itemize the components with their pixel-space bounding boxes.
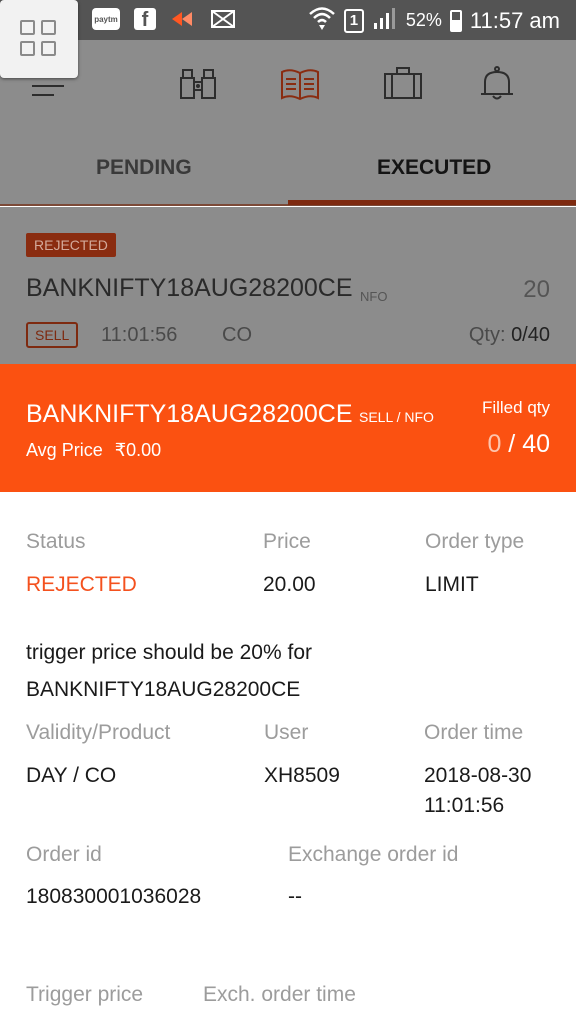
exchange-order-id-value: -- bbox=[288, 885, 302, 908]
status-bar: paytm f 1 52% 11:57 am bbox=[0, 0, 576, 40]
signal-icon bbox=[372, 6, 398, 35]
price-label: Price bbox=[263, 530, 311, 553]
menu-icon[interactable] bbox=[32, 76, 64, 96]
order-type-value: LIMIT bbox=[425, 573, 479, 596]
book-icon[interactable] bbox=[280, 64, 320, 104]
order-symbol: BANKNIFTY18AUG28200CE bbox=[26, 274, 353, 302]
filled-qty: 0 / 40 bbox=[487, 430, 550, 459]
order-time-clock: 11:01:56 bbox=[424, 794, 505, 817]
trigger-price-label: Trigger price bbox=[26, 983, 144, 1006]
filled-qty-separator: / bbox=[501, 430, 523, 458]
launcher-icon[interactable] bbox=[0, 0, 78, 78]
battery-percent: 52% bbox=[405, 10, 442, 30]
validity-value: DAY / CO bbox=[26, 764, 117, 787]
qty-value: 0/40 bbox=[511, 324, 550, 346]
order-exchange: NFO bbox=[360, 289, 388, 304]
tab-pending[interactable]: PENDING bbox=[96, 156, 192, 180]
order-id-value: 180830001036028 bbox=[26, 885, 202, 908]
order-product: CO bbox=[222, 324, 252, 346]
order-tabs: PENDING EXECUTED bbox=[0, 132, 576, 206]
system-status: 1 52% 11:57 am bbox=[308, 5, 560, 36]
side-chip: SELL bbox=[26, 322, 79, 348]
status-label: Status bbox=[26, 530, 86, 553]
kite-icon bbox=[170, 6, 196, 32]
exchange-order-id-label: Exchange order id bbox=[288, 843, 459, 866]
mail-icon bbox=[210, 6, 236, 32]
avg-price-value: ₹0.00 bbox=[114, 440, 162, 460]
rejection-message-line: trigger price should be 20% for bbox=[26, 641, 312, 664]
wifi-icon bbox=[308, 5, 336, 36]
detail-symbol: BANKNIFTY18AUG28200CE bbox=[26, 400, 353, 428]
user-value: XH8509 bbox=[264, 764, 340, 787]
facebook-icon: f bbox=[134, 8, 156, 30]
tab-executed[interactable]: EXECUTED bbox=[377, 156, 491, 180]
rejection-message-line: BANKNIFTY18AUG28200CE bbox=[26, 678, 301, 701]
order-price: 20 bbox=[523, 276, 550, 303]
qty-label: Qty: bbox=[468, 324, 512, 346]
filled-qty-done: 0 bbox=[487, 430, 502, 458]
briefcase-icon[interactable] bbox=[383, 64, 423, 104]
battery-icon bbox=[449, 9, 462, 32]
status-value: REJECTED bbox=[26, 573, 137, 596]
clock: 11:57 am bbox=[469, 7, 560, 33]
order-id-label: Order id bbox=[26, 843, 102, 866]
order-detail-header: BANKNIFTY18AUG28200CE SELL / NFO Avg Pri… bbox=[0, 364, 576, 492]
active-tab-indicator bbox=[288, 200, 576, 205]
order-time-date: 2018-08-30 bbox=[424, 764, 532, 787]
filled-qty-total: 40 bbox=[522, 430, 550, 458]
filled-qty-label: Filled qty bbox=[481, 398, 550, 417]
rejection-message: trigger price should be 20% for BANKNIFT… bbox=[26, 634, 546, 708]
notification-icons: paytm f bbox=[92, 6, 236, 32]
detail-side-exchange: SELL / NFO bbox=[359, 409, 434, 425]
price-value: 20.00 bbox=[263, 573, 316, 596]
order-time: 11:01:56 bbox=[101, 324, 178, 346]
status-badge: REJECTED bbox=[26, 233, 116, 257]
binoculars-icon[interactable] bbox=[178, 64, 218, 104]
exch-order-time-label: Exch. order time bbox=[203, 983, 356, 1006]
bell-icon[interactable] bbox=[477, 64, 517, 104]
validity-label: Validity/Product bbox=[26, 721, 171, 744]
avg-price: Avg Price ₹0.00 bbox=[26, 440, 161, 461]
paytm-icon: paytm bbox=[92, 8, 120, 30]
order-type-label: Order type bbox=[425, 530, 525, 553]
avg-price-label: Avg Price bbox=[26, 440, 103, 460]
user-label: User bbox=[264, 721, 309, 744]
sim-icon: 1 bbox=[343, 8, 364, 33]
order-qty: Qty: 0/40 bbox=[469, 324, 550, 347]
order-time-label: Order time bbox=[424, 721, 524, 744]
